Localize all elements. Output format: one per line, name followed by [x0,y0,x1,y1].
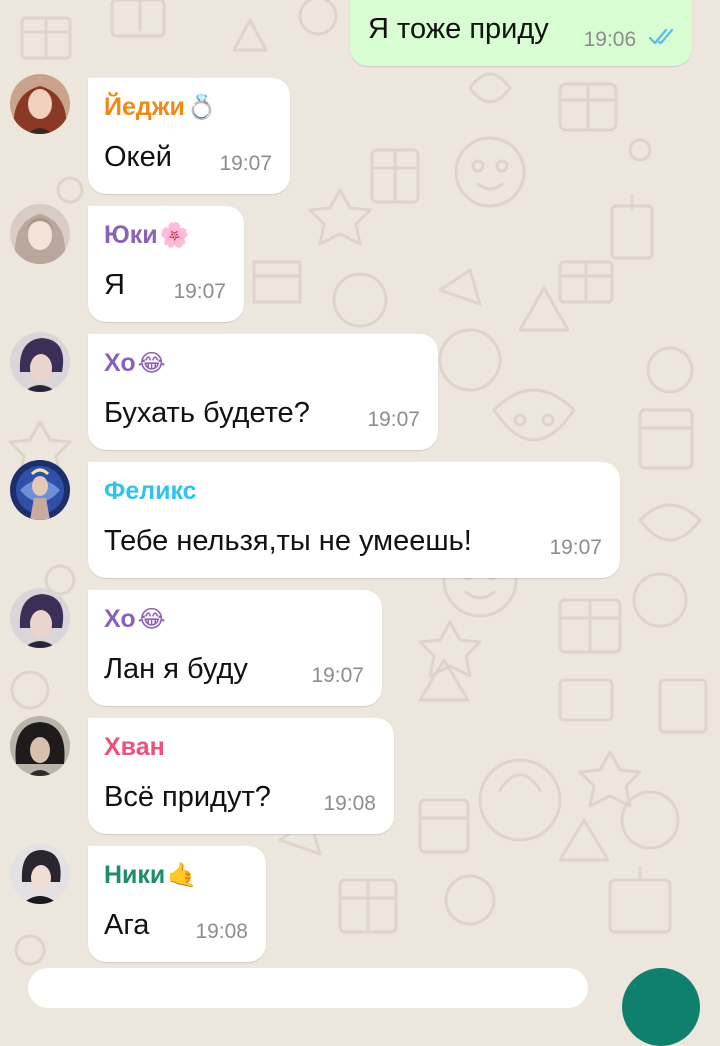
sender-name[interactable]: Феликс [104,476,197,506]
avatar-niki[interactable] [10,844,70,904]
message-time: 19:06 [584,28,678,52]
tears-of-joy-emoji: 😂 [137,606,166,633]
message-text: Тебе нельзя,ты не умеешь! [104,525,472,557]
avatar-ho[interactable] [10,332,70,392]
send-button[interactable] [622,968,700,1046]
sender-name[interactable]: Ники🤙 [104,860,197,891]
message-time: 19:07 [173,280,226,303]
message-time: 19:07 [219,152,272,175]
avatar-yeji[interactable] [10,74,70,134]
message-bubble-incoming[interactable]: Хо😂 Бухать будете? 19:07 [88,334,438,450]
call-me-hand-emoji: 🤙 [167,862,198,889]
avatar-ho[interactable] [10,588,70,648]
message-bubble-incoming[interactable]: Феликс Тебе нельзя,ты не умеешь! 19:07 [88,462,620,578]
message-text: Ага [104,909,150,941]
message-bubble-outgoing[interactable]: Я тоже приду 19:06 [350,0,692,66]
message-bubble-incoming[interactable]: Йеджи💍 Окей 19:07 [88,78,290,194]
message-time: 19:07 [367,408,420,431]
sender-name[interactable]: Хо😂 [104,348,166,379]
message-time-value: 19:06 [583,27,637,51]
message-text: Окей [104,141,172,173]
cherry-blossom-emoji: 🌸 [159,222,190,249]
message-bubble-incoming[interactable]: Хван Всё придут? 19:08 [88,718,394,834]
message-text: Бухать будете? [104,397,310,429]
sender-name[interactable]: Йеджи💍 [104,92,217,123]
message-bubble-incoming[interactable]: Ники🤙 Ага 19:08 [88,846,266,962]
double-check-read-icon [648,28,678,52]
message-bubble-incoming[interactable]: Хо😂 Лан я буду 19:07 [88,590,382,706]
sender-name[interactable]: Хо😂 [104,604,166,635]
message-text: Я тоже приду [368,13,549,45]
avatar-yuki[interactable] [10,204,70,264]
message-time: 19:07 [311,664,364,687]
message-text: Лан я буду [104,653,248,685]
sender-name[interactable]: Хван [104,732,165,762]
avatar-hwang[interactable] [10,716,70,776]
message-time: 19:08 [195,920,248,943]
message-text: Всё придут? [104,781,271,813]
message-list[interactable]: Я тоже приду 19:06 Йеджи💍 Окей 19:07 Юки… [0,0,720,982]
tears-of-joy-emoji: 😂 [137,350,166,377]
message-time: 19:07 [549,536,602,559]
message-text: Я [104,269,125,301]
message-input[interactable] [28,968,588,1008]
message-time: 19:08 [323,792,376,815]
avatar-felix[interactable] [10,460,70,520]
ring-emoji: 💍 [186,94,217,121]
message-bubble-incoming[interactable]: Юки🌸 Я 19:07 [88,206,244,322]
sender-name[interactable]: Юки🌸 [104,220,190,251]
